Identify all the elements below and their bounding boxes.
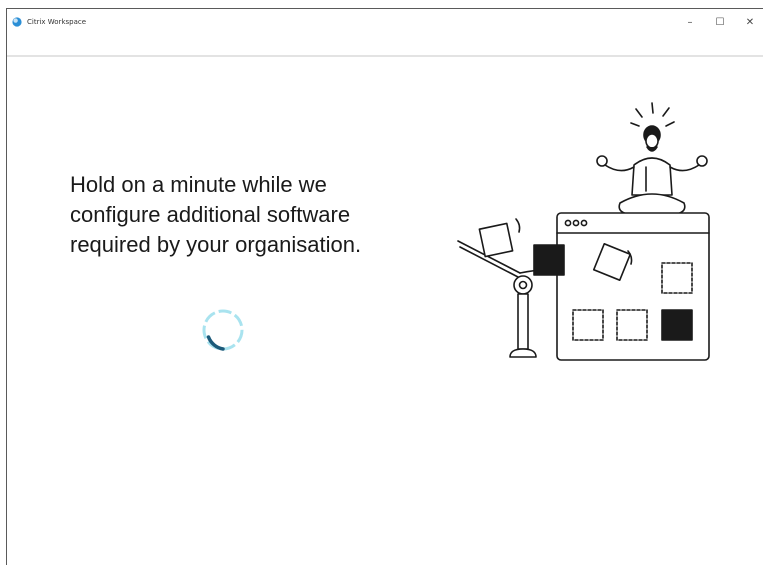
window-title: Citrix Workspace <box>27 18 87 26</box>
setup-illustration <box>457 102 710 361</box>
close-button[interactable]: ✕ <box>738 12 762 32</box>
message-line-3: required by your organisation. <box>70 232 362 257</box>
citrix-globe-icon <box>12 17 22 27</box>
sparkle-lines <box>630 102 675 127</box>
title-bar: Citrix Workspace – ☐ ✕ <box>7 9 763 57</box>
message-line-1: Hold on a minute while we <box>70 172 327 197</box>
meditating-person <box>596 125 708 216</box>
loading-spinner-icon <box>202 309 244 351</box>
status-message: Hold on a minute while we configure addi… <box>70 170 430 260</box>
browser-window <box>556 212 710 361</box>
maximize-button[interactable]: ☐ <box>708 12 732 32</box>
message-line-2: configure additional software <box>70 202 351 227</box>
minimize-button[interactable]: – <box>678 12 702 32</box>
